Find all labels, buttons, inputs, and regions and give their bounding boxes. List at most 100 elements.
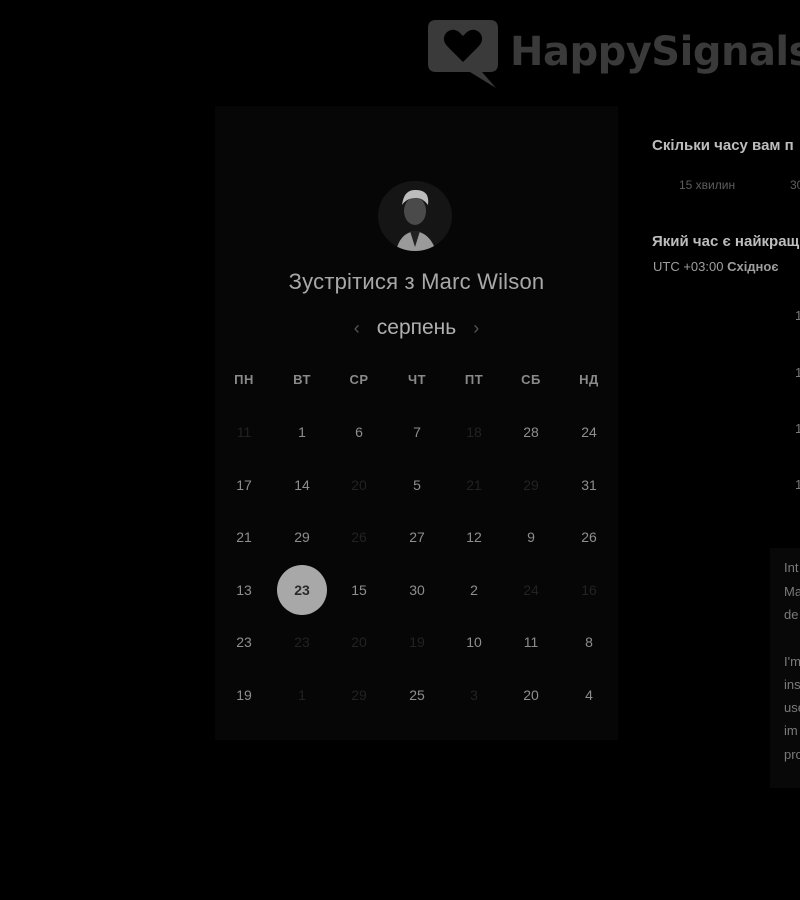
calendar-week-row: 13 23 15 30 2 24 16 — [215, 564, 618, 617]
calendar-day[interactable]: 27 — [392, 511, 442, 563]
calendar-day-number: 28 — [523, 424, 539, 440]
calendar-card: Зустрітися з Marc Wilson ‹ серпень › ПН … — [215, 106, 618, 740]
calendar-day-number: 16 — [581, 581, 597, 598]
calendar-day-number: 29 — [294, 529, 310, 545]
description-line: Int — [784, 560, 799, 575]
description-line: I'm — [784, 654, 800, 669]
calendar-day[interactable]: 4 — [564, 669, 614, 721]
time-slot[interactable]: 1 — [795, 308, 800, 323]
calendar-day[interactable]: 23 — [219, 616, 269, 668]
calendar-day: 19 — [392, 616, 442, 668]
calendar-day-number: 24 — [523, 581, 539, 598]
calendar-day[interactable]: 7 — [392, 406, 442, 458]
weekday-label: НД — [579, 372, 599, 387]
calendar-day[interactable]: 26 — [564, 511, 614, 563]
calendar-weeks: 11 1 6 7 18 28 24 17 14 20 5 21 29 31 21 29 26 27 12 9 26 13 2… — [215, 406, 618, 721]
calendar-day: 23 — [277, 616, 327, 668]
time-slot[interactable]: 1 — [795, 365, 800, 380]
calendar-day[interactable]: 28 — [506, 406, 556, 458]
calendar-day-number: 25 — [409, 686, 425, 703]
calendar-day-number: 8 — [585, 634, 593, 650]
calendar-day[interactable]: 8 — [564, 616, 614, 668]
calendar-day-number: 26 — [351, 529, 367, 545]
calendar-day[interactable]: 1 — [277, 406, 327, 458]
weekday-label: ПН — [234, 372, 254, 387]
calendar-day[interactable]: 25 — [392, 669, 442, 721]
time-slot[interactable]: 1 — [795, 421, 800, 436]
calendar-week-row: 11 1 6 7 18 28 24 — [215, 406, 618, 459]
calendar-day: 18 — [449, 406, 499, 458]
calendar-day[interactable]: 14 — [277, 459, 327, 511]
timezone-offset: UTC +03:00 — [653, 259, 724, 274]
calendar-day: 11 — [219, 406, 269, 458]
weekday-label: СР — [349, 372, 369, 387]
calendar-day[interactable]: 17 — [219, 459, 269, 511]
calendar-day-number: 19 — [236, 686, 252, 703]
weekday-header: ПН ВТ СР ЧТ ПТ СБ НД — [215, 354, 618, 406]
timezone-name: Східноє — [727, 259, 779, 274]
calendar-day[interactable]: 31 — [564, 459, 614, 511]
calendar-day[interactable]: 6 — [334, 406, 384, 458]
calendar-day[interactable]: 2 — [449, 564, 499, 616]
calendar-day-selected[interactable]: 23 — [277, 564, 327, 616]
calendar-day[interactable]: 30 — [392, 564, 442, 616]
time-question: Який час є найкращ — [652, 233, 800, 250]
calendar-day-number: 23 — [236, 634, 252, 650]
calendar-day-number: 5 — [413, 476, 421, 493]
calendar-day[interactable]: 10 — [449, 616, 499, 668]
calendar-day-number: 21 — [466, 476, 482, 493]
calendar-day-number: 14 — [294, 476, 310, 493]
calendar-day[interactable]: 24 — [564, 406, 614, 458]
calendar-day-number: 13 — [236, 581, 252, 598]
calendar-day-number: 30 — [409, 581, 425, 598]
duration-option-30[interactable]: 30 — [790, 178, 800, 192]
calendar-day: 3 — [449, 669, 499, 721]
description-line: use — [784, 700, 800, 715]
calendar-day-number: 9 — [527, 529, 535, 545]
calendar-week-row: 23 23 20 19 10 11 8 — [215, 616, 618, 669]
time-slot[interactable]: 1 — [795, 477, 800, 492]
calendar-day[interactable]: 5 — [392, 459, 442, 511]
calendar-day-number: 17 — [236, 476, 252, 493]
calendar-day[interactable]: 20 — [506, 669, 556, 721]
calendar-day[interactable]: 15 — [334, 564, 384, 616]
weekday-label: СБ — [521, 372, 541, 387]
calendar-day-number: 26 — [581, 529, 597, 545]
calendar-day-number: 20 — [523, 686, 539, 703]
description-line: ins — [784, 677, 800, 692]
prev-month-button[interactable]: ‹ — [351, 318, 363, 339]
next-month-button[interactable]: › — [470, 318, 482, 339]
calendar-day-number: 27 — [409, 529, 425, 545]
calendar-day-number: 21 — [236, 529, 252, 545]
calendar-day-number: 20 — [351, 634, 367, 650]
duration-question: Скільки часу вам п — [652, 137, 794, 154]
calendar-day[interactable]: 21 — [219, 511, 269, 563]
calendar-day-number: 24 — [581, 424, 597, 440]
calendar-day-number: 23 — [277, 564, 327, 615]
heart-chat-icon — [428, 20, 498, 88]
calendar-day[interactable]: 29 — [277, 511, 327, 563]
calendar-day-number: 18 — [466, 424, 482, 440]
description-line: Ma — [784, 584, 800, 599]
calendar-day-number: 19 — [409, 634, 425, 650]
calendar-day[interactable]: 12 — [449, 511, 499, 563]
calendar-day[interactable]: 9 — [506, 511, 556, 563]
avatar-photo — [378, 181, 452, 251]
calendar-day[interactable]: 13 — [219, 564, 269, 616]
description-line: im — [784, 723, 798, 738]
calendar-day-number: 11 — [236, 424, 252, 440]
calendar-day[interactable]: 19 — [219, 669, 269, 721]
duration-option-15[interactable]: 15 хвилин — [679, 178, 735, 192]
logo-wordmark: HappySignals — [510, 29, 800, 75]
calendar-day[interactable]: 11 — [506, 616, 556, 668]
booking-page: HappySignals Зустрітися з Marc Wilson ‹ … — [0, 0, 800, 900]
calendar-day-number: 12 — [466, 529, 482, 545]
calendar-day-number: 1 — [298, 686, 306, 703]
calendar-day-number: 4 — [585, 686, 593, 703]
calendar-grid: ПН ВТ СР ЧТ ПТ СБ НД 11 1 6 7 18 28 24 17 14 20 5 2… — [215, 354, 618, 721]
calendar-day-number: 10 — [466, 634, 482, 650]
calendar-day: 1 — [277, 669, 327, 721]
weekday-label: ЧТ — [407, 372, 427, 387]
timezone-selector[interactable]: UTC +03:00 Східноє — [653, 259, 779, 274]
calendar-day-number: 23 — [294, 634, 310, 650]
